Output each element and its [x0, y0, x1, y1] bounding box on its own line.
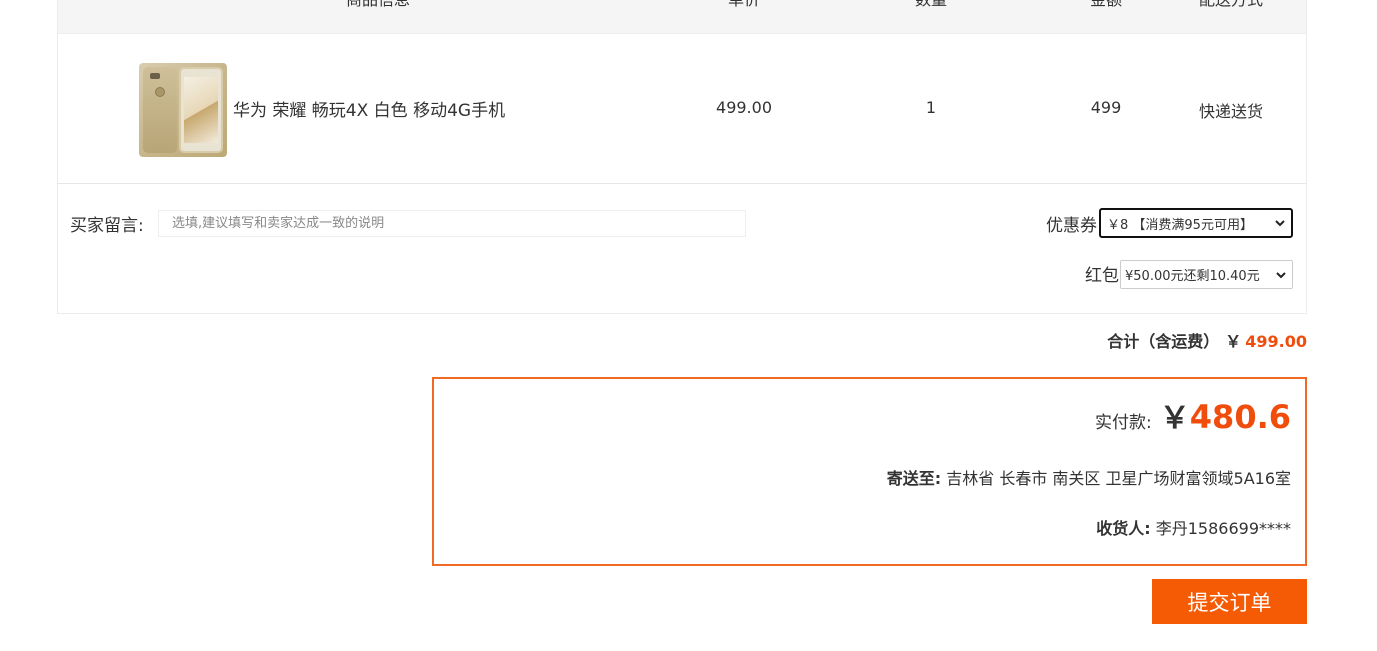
coupon-label: 优惠券 — [1046, 216, 1097, 236]
ship-to-label: 寄送至: — [886, 469, 942, 488]
table-row: 华为 荣耀 畅玩4X 白色 移动4G手机 499.00 1 499 快递送货 — [57, 34, 1307, 184]
actual-payment-currency: ￥ — [1159, 401, 1190, 436]
chevron-down-icon — [1276, 271, 1286, 278]
red-packet-selected-value: ¥50.00元还剩10.40元 — [1125, 269, 1260, 284]
consignee: 收货人: 李丹1586699**** — [1096, 515, 1291, 539]
actual-payment-amount: 480.6 — [1189, 398, 1291, 436]
coupon-selected-value: ￥8 【消费满95元可用】 — [1107, 217, 1253, 233]
chevron-down-icon — [1275, 220, 1285, 227]
total-currency: ￥ — [1225, 332, 1242, 351]
item-delivery: 快递送货 — [1198, 102, 1264, 121]
item-unit-price: 499.00 — [716, 98, 772, 117]
buyer-message-label: 买家留言: — [70, 216, 144, 236]
phone-front-graphic — [179, 67, 223, 153]
header-product-info: 商品信息 — [346, 0, 410, 9]
consignee-value: 李丹1586699**** — [1155, 519, 1291, 538]
total-label: 合计（含运费） — [1107, 332, 1220, 351]
order-options: 买家留言: 优惠券 ￥8 【消费满95元可用】 红包 ¥50.00元还剩10.4… — [57, 184, 1307, 314]
red-packet-label: 红包 — [1085, 266, 1119, 286]
red-packet-select[interactable]: ¥50.00元还剩10.40元 — [1120, 260, 1293, 289]
actual-payment-label: 实付款: — [1095, 413, 1152, 433]
header-amount: 金额 — [1090, 0, 1122, 9]
phone-back-graphic — [143, 67, 177, 153]
buyer-message-input[interactable] — [158, 210, 746, 237]
payment-summary-box: 实付款: ￥ 480.6 寄送至: 吉林省 长春市 南关区 卫星广场财富领域5A… — [432, 377, 1307, 566]
header-delivery: 配送方式 — [1199, 0, 1263, 9]
ship-to: 寄送至: 吉林省 长春市 南关区 卫星广场财富领域5A16室 — [887, 465, 1291, 489]
product-image[interactable] — [139, 63, 227, 157]
actual-payment: 实付款: ￥ 480.6 — [1095, 393, 1291, 437]
ship-to-address: 吉林省 长春市 南关区 卫星广场财富领域5A16室 — [946, 469, 1291, 488]
submit-order-button[interactable]: 提交订单 — [1152, 579, 1307, 624]
consignee-label: 收货人: — [1096, 519, 1151, 538]
coupon-select[interactable]: ￥8 【消费满95元可用】 — [1099, 208, 1293, 238]
header-quantity: 数量 — [915, 0, 947, 9]
item-amount: 499 — [1090, 98, 1122, 117]
item-quantity: 1 — [925, 98, 937, 117]
header-unit-price: 单价 — [728, 0, 760, 9]
order-total: 合计（含运费） ￥ 499.00 — [1107, 328, 1307, 352]
table-header: 商品信息 单价 数量 金额 配送方式 — [57, 0, 1307, 34]
product-name-link[interactable]: 华为 荣耀 畅玩4X 白色 移动4G手机 — [233, 96, 505, 121]
total-amount: 499.00 — [1245, 332, 1307, 351]
